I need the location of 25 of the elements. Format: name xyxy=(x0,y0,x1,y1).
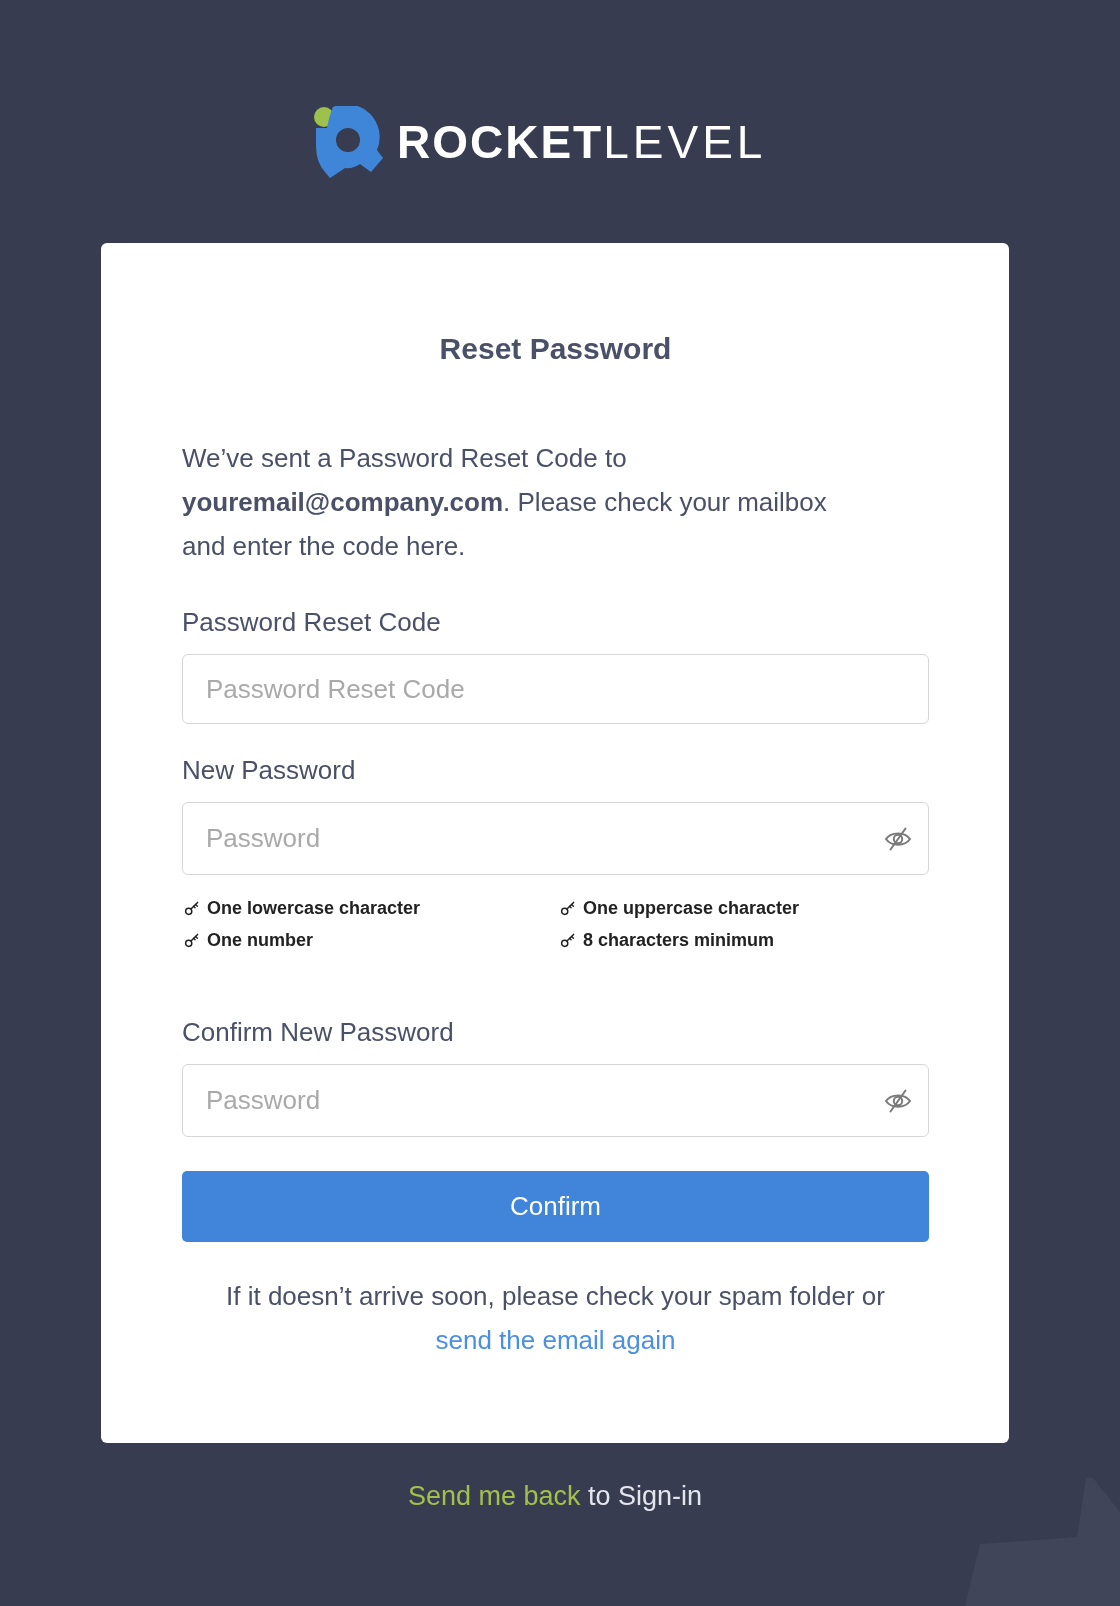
key-icon xyxy=(560,932,575,948)
key-icon xyxy=(560,900,575,916)
requirement-text: One lowercase character xyxy=(207,897,421,919)
field-label: New Password xyxy=(182,754,357,787)
resend-text: If it doesn’t arrive soon, please check your spam folder or send the email again xyxy=(225,1280,886,1357)
key-icon xyxy=(184,900,199,916)
resend-link[interactable]: send the email again xyxy=(435,1325,676,1355)
input-field[interactable]: Password Reset Code xyxy=(182,654,929,724)
field-label: Confirm New Password xyxy=(182,1016,455,1049)
requirement-text: 8 characters minimum xyxy=(583,929,775,951)
logo-wordmark: ROCKETLEVEL xyxy=(397,119,767,165)
card-title: Reset Password xyxy=(438,331,673,367)
requirement-text: One uppercase character xyxy=(583,897,800,919)
instruction-text: We’ve sent a Password Reset Code to youremail@company.com. Please check your mailbox and enter the code here. xyxy=(182,442,828,563)
logo-icon xyxy=(313,106,383,178)
confirm-button[interactable]: Confirm xyxy=(182,1171,929,1242)
key-icon xyxy=(184,932,199,948)
eye-slash-icon[interactable] xyxy=(884,826,912,851)
requirement-text: One number xyxy=(207,929,313,951)
password-field[interactable]: Password xyxy=(182,1064,929,1137)
eye-slash-icon[interactable] xyxy=(884,1088,912,1113)
back-link[interactable]: Send me back xyxy=(407,1481,581,1511)
sign-in-text: Send me back to Sign-in xyxy=(406,1480,704,1513)
password-field[interactable]: Password xyxy=(182,802,929,875)
field-label: Password Reset Code xyxy=(182,606,442,639)
